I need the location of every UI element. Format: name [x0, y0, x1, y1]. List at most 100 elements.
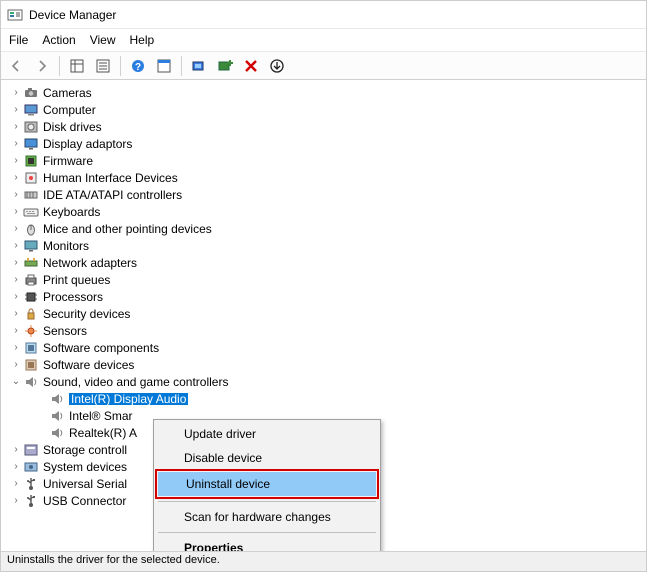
context-menu-label: Update driver — [184, 427, 256, 441]
tree-category[interactable]: › Processors — [9, 288, 646, 305]
tree-category-label: Universal Serial — [43, 478, 127, 490]
tree-category-label: Firmware — [43, 155, 93, 167]
context-menu: Update driver Disable device Uninstall dev… — [153, 419, 381, 563]
status-text: Uninstalls the driver for the selected d… — [7, 554, 220, 566]
action-sheet-button[interactable] — [153, 55, 175, 77]
title-bar: Device Manager — [1, 1, 646, 29]
tree-category[interactable]: › Security devices — [9, 305, 646, 322]
tree-category[interactable]: › Firmware — [9, 152, 646, 169]
expand-icon[interactable]: › — [9, 188, 23, 202]
tree-category[interactable]: › Monitors — [9, 237, 646, 254]
help-button[interactable]: ? — [127, 55, 149, 77]
sensor-icon — [23, 323, 39, 339]
storage-icon — [23, 442, 39, 458]
tree-category[interactable]: ›Disk drives — [9, 118, 646, 135]
highlight-annotation: Uninstall device — [155, 469, 379, 499]
keyboard-icon — [23, 204, 39, 220]
expand-icon[interactable]: › — [9, 443, 23, 457]
audio-icon — [49, 391, 65, 407]
tree-device-item[interactable]: Intel(R) Display Audio — [35, 390, 646, 407]
context-menu-label: Scan for hardware changes — [184, 510, 331, 524]
delete-button[interactable] — [240, 55, 262, 77]
add-legacy-button[interactable] — [214, 55, 236, 77]
forward-button[interactable] — [31, 55, 53, 77]
tree-category[interactable]: › Software devices — [9, 356, 646, 373]
window-title: Device Manager — [29, 8, 116, 22]
tree-category-label: Sensors — [43, 325, 87, 337]
printer-icon — [23, 272, 39, 288]
tree-category[interactable]: ›IDE ATA/ATAPI controllers — [9, 186, 646, 203]
sound-icon — [23, 374, 39, 390]
network-icon — [23, 255, 39, 271]
menu-view[interactable]: View — [90, 33, 116, 47]
expand-icon[interactable]: › — [9, 477, 23, 491]
expand-icon[interactable]: › — [9, 120, 23, 134]
system-icon — [23, 459, 39, 475]
expand-icon[interactable]: › — [9, 222, 23, 236]
tree-category[interactable]: ›Cameras — [9, 84, 646, 101]
tree-category-label: Network adapters — [43, 257, 137, 269]
menu-help[interactable]: Help — [130, 33, 155, 47]
menu-file[interactable]: File — [9, 33, 28, 47]
tree-category-label: Security devices — [43, 308, 130, 320]
tree-category[interactable]: ⌄ Sound, video and game controllers — [9, 373, 646, 390]
tree-category[interactable]: ›Computer — [9, 101, 646, 118]
show-hidden-button[interactable] — [66, 55, 88, 77]
tree-category-label: Software devices — [43, 359, 134, 371]
tree-category[interactable]: ›Display adaptors — [9, 135, 646, 152]
tree-category-label: Keyboards — [43, 206, 100, 218]
toolbar-separator — [59, 56, 60, 76]
expand-icon[interactable]: › — [9, 307, 23, 321]
expand-icon[interactable]: › — [9, 154, 23, 168]
hid-icon — [23, 170, 39, 186]
expand-icon[interactable]: › — [9, 460, 23, 474]
context-menu-item[interactable]: Scan for hardware changes — [156, 505, 378, 529]
expand-icon[interactable]: › — [9, 290, 23, 304]
mouse-icon — [23, 221, 39, 237]
expand-icon[interactable]: › — [9, 341, 23, 355]
properties-button[interactable] — [92, 55, 114, 77]
tree-category-label: System devices — [43, 461, 127, 473]
status-bar: Uninstalls the driver for the selected d… — [1, 551, 646, 571]
expand-icon[interactable]: › — [9, 494, 23, 508]
context-menu-item[interactable]: Uninstall device — [158, 472, 376, 496]
tree-category-label: USB Connector — [43, 495, 126, 507]
tree-category-label: Processors — [43, 291, 103, 303]
tree-category[interactable]: ›Human Interface Devices — [9, 169, 646, 186]
expand-icon[interactable]: › — [9, 358, 23, 372]
software-dev-icon — [23, 357, 39, 373]
expand-icon[interactable]: › — [9, 273, 23, 287]
disk-icon — [23, 119, 39, 135]
context-menu-item[interactable]: Update driver — [156, 422, 378, 446]
expand-icon[interactable]: › — [9, 137, 23, 151]
expand-icon[interactable]: › — [9, 171, 23, 185]
ide-icon — [23, 187, 39, 203]
uninstall-button[interactable] — [266, 55, 288, 77]
scan-hardware-button[interactable] — [188, 55, 210, 77]
audio-icon — [49, 425, 65, 441]
tree-device-label: Intel® Smar — [69, 410, 133, 422]
firmware-icon — [23, 153, 39, 169]
context-menu-item[interactable]: Disable device — [156, 446, 378, 470]
tree-category-label: Monitors — [43, 240, 89, 252]
context-menu-label: Uninstall device — [186, 477, 270, 491]
tree-category[interactable]: ›Mice and other pointing devices — [9, 220, 646, 237]
expand-icon[interactable]: › — [9, 103, 23, 117]
tree-category[interactable]: ›Software components — [9, 339, 646, 356]
tree-category[interactable]: › Network adapters — [9, 254, 646, 271]
tree-category-label: Sound, video and game controllers — [43, 376, 228, 388]
expand-icon[interactable]: › — [9, 324, 23, 338]
collapse-icon[interactable]: ⌄ — [9, 375, 23, 389]
app-icon — [7, 7, 23, 23]
expand-icon[interactable]: › — [9, 205, 23, 219]
back-button[interactable] — [5, 55, 27, 77]
expand-icon[interactable]: › — [9, 239, 23, 253]
tree-category[interactable]: › Sensors — [9, 322, 646, 339]
monitor-icon — [23, 238, 39, 254]
expand-icon[interactable]: › — [9, 86, 23, 100]
tree-device-label: Intel(R) Display Audio — [69, 393, 188, 405]
expand-icon[interactable]: › — [9, 256, 23, 270]
tree-category[interactable]: › Keyboards — [9, 203, 646, 220]
menu-action[interactable]: Action — [42, 33, 75, 47]
tree-category[interactable]: ›Print queues — [9, 271, 646, 288]
